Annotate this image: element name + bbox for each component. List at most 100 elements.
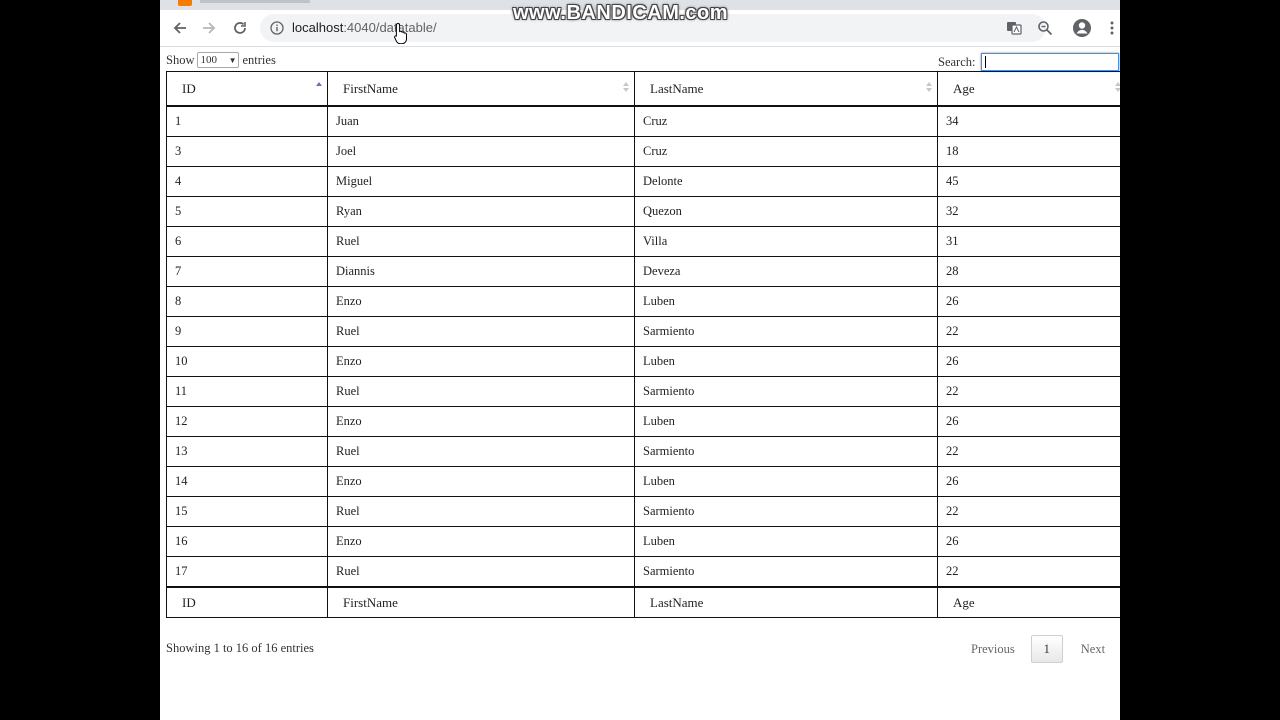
pagination: Previous 1 Next [971,635,1105,663]
cell-lastname: Sarmiento [634,556,938,588]
cell-age: 18 [937,136,1120,167]
translate-icon [1007,22,1022,35]
show-label: Show [166,52,195,67]
cell-firstname: Ruel [327,316,635,347]
cell-id: 16 [166,526,328,557]
cell-id: 11 [166,376,328,407]
previous-button[interactable]: Previous [971,642,1015,657]
cell-id: 14 [166,466,328,497]
kebab-menu-icon [1110,21,1114,35]
cell-id: 6 [166,226,328,257]
cell-id: 8 [166,286,328,317]
browser-menu-button[interactable] [1100,16,1120,40]
tab-favicon[interactable] [178,0,192,6]
forward-button[interactable] [197,16,221,40]
cell-age: 34 [937,105,1120,137]
search-control: Search: [938,53,1120,71]
entries-length-control: Show 100 ▼ entries [166,52,276,68]
cell-lastname: Luben [634,346,938,377]
cell-firstname: Enzo [327,526,635,557]
column-header-id[interactable]: ID [166,71,328,107]
cell-age: 26 [937,406,1120,437]
table-row: 9 Ruel Sarmiento 22 [166,316,1120,347]
column-header-age[interactable]: Age [937,71,1120,107]
column-header-firstname[interactable]: FirstName [327,71,635,107]
cell-lastname: Quezon [634,196,938,227]
cell-id: 15 [166,496,328,527]
sort-icon [1115,82,1120,92]
cell-age: 45 [937,166,1120,197]
cell-lastname: Luben [634,406,938,437]
cell-id: 3 [166,136,328,167]
cell-id: 12 [166,406,328,437]
cell-firstname: Ruel [327,376,635,407]
cell-age: 28 [937,256,1120,287]
dropdown-arrow-icon: ▼ [228,55,237,65]
page-button-1[interactable]: 1 [1030,635,1063,663]
cell-id: 17 [166,556,328,588]
cell-firstname: Juan [327,105,635,137]
profile-button[interactable] [1070,16,1094,40]
reload-icon [234,22,246,34]
cell-id: 7 [166,256,328,287]
cell-firstname: Ruel [327,556,635,588]
cell-lastname: Cruz [634,136,938,167]
next-button[interactable]: Next [1081,642,1105,657]
table-row: 11 Ruel Sarmiento 22 [166,376,1120,407]
cell-lastname: Sarmiento [634,316,938,347]
cell-age: 26 [937,286,1120,317]
recording-watermark: www.BANDICAM.com [513,2,729,24]
translate-button[interactable] [1002,16,1026,40]
cell-age: 32 [937,196,1120,227]
cell-id: 9 [166,316,328,347]
table-row: 13 Ruel Sarmiento 22 [166,436,1120,467]
sort-icon [623,82,629,92]
table-row: 10 Enzo Luben 26 [166,346,1120,377]
page-length-value: 100 [200,54,217,66]
cell-id: 5 [166,196,328,227]
cell-lastname: Cruz [634,105,938,137]
cell-age: 22 [937,496,1120,527]
cell-firstname: Diannis [327,256,635,287]
search-input[interactable] [981,53,1120,71]
footer-row: ID FirstName LastName Age [166,586,1120,618]
table-row: 16 Enzo Luben 26 [166,526,1120,557]
account-icon [1073,19,1091,37]
cell-lastname: Villa [634,226,938,257]
page-length-select[interactable]: 100 ▼ [197,52,240,68]
sort-icon [926,82,932,92]
table-row: 3 Joel Cruz 18 [166,136,1120,167]
cell-lastname: Sarmiento [634,436,938,467]
column-footer-id: ID [166,586,328,618]
table-info: Showing 1 to 16 of 16 entries [166,641,314,655]
table-row: 4 Miguel Delonte 45 [166,166,1120,197]
tab-title-fragment[interactable] [200,0,310,3]
cell-id: 4 [166,166,328,197]
cell-id: 13 [166,436,328,467]
cell-firstname: Ryan [327,196,635,227]
zoom-button[interactable] [1033,16,1057,40]
text-caret [985,56,987,68]
column-footer-firstname: FirstName [327,586,635,618]
cell-firstname: Enzo [327,346,635,377]
arrow-left-icon [173,22,186,34]
column-header-lastname[interactable]: LastName [634,71,938,107]
header-row: ID FirstName LastName Age [166,71,1120,107]
table-row: 8 Enzo Luben 26 [166,286,1120,317]
mouse-cursor-icon [394,22,407,44]
info-icon[interactable] [270,21,284,40]
cell-age: 31 [937,226,1120,257]
cell-firstname: Enzo [327,406,635,437]
column-header-label: ID [182,80,196,96]
cell-lastname: Deveza [634,256,938,287]
back-button[interactable] [168,16,192,40]
cell-id: 10 [166,346,328,377]
cell-age: 26 [937,346,1120,377]
cell-lastname: Luben [634,526,938,557]
cell-age: 26 [937,526,1120,557]
reload-button[interactable] [228,16,252,40]
cell-firstname: Enzo [327,466,635,497]
column-footer-lastname: LastName [634,586,938,618]
entries-label: entries [242,52,276,67]
cell-lastname: Luben [634,286,938,317]
